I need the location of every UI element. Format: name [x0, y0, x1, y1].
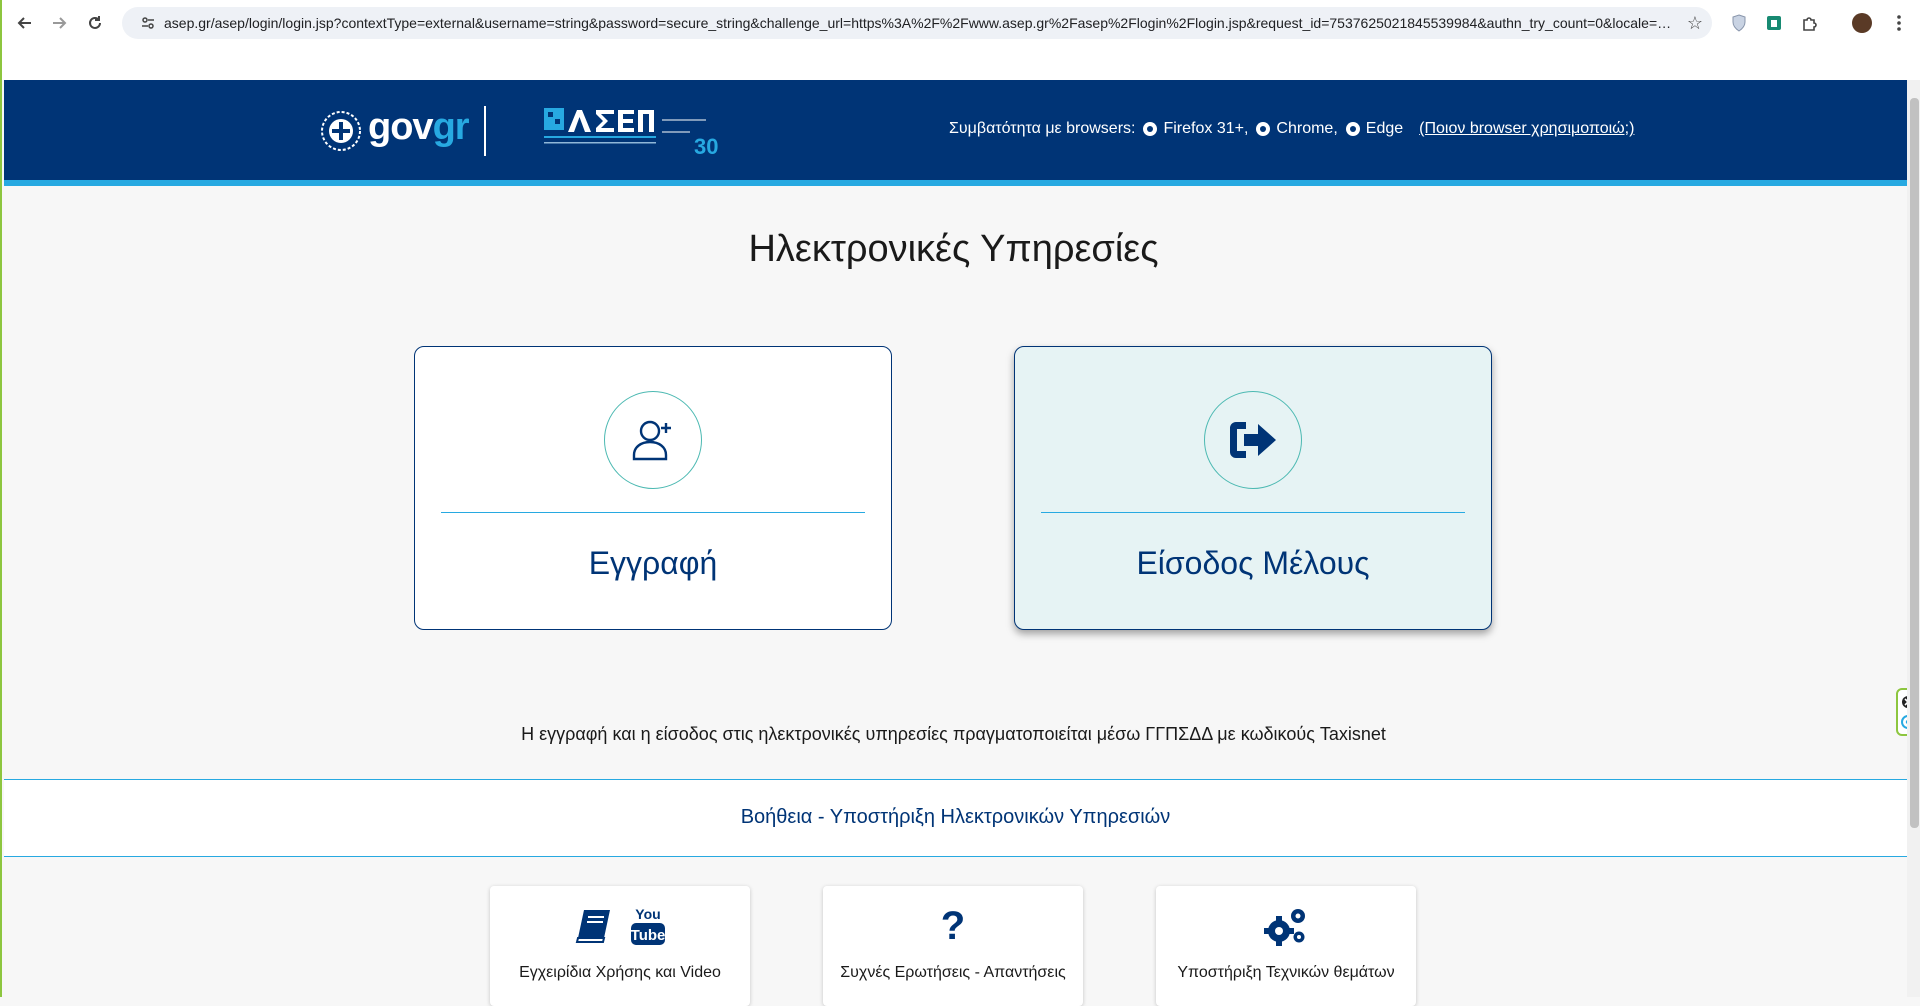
bookmark-star-icon[interactable]: ☆ — [1678, 13, 1712, 34]
help-card-tech-support[interactable]: Υποστήριξη Τεχνικών θεμάτων — [1156, 886, 1416, 1006]
url-text[interactable]: asep.gr/asep/login/login.jsp?contextType… — [164, 15, 1678, 31]
card-divider — [441, 512, 865, 513]
help-card-label: Συχνές Ερωτήσεις - Απαντήσεις — [840, 964, 1066, 981]
register-card[interactable]: Εγγραφή — [414, 346, 892, 630]
site-header: govgr 30 Συμβατότητα με browsers: Firefo… — [4, 80, 1907, 186]
help-title[interactable]: Βοήθεια - Υποστήριξη Ηλεκτρονικών Υπηρεσ… — [4, 806, 1907, 829]
member-login-card[interactable]: Είσοδος Μέλους — [1014, 346, 1492, 630]
question-icon: ? — [940, 903, 966, 948]
asep-logo[interactable]: 30 — [544, 106, 734, 158]
address-bar[interactable]: asep.gr/asep/login/login.jsp?contextType… — [122, 7, 1712, 39]
help-card-manuals[interactable]: You Tube Εγχειρίδια Χρήσης και Video — [490, 886, 750, 1006]
taxisnet-info: Η εγγραφή και η είσοδος στις ηλεκτρονικέ… — [521, 724, 1386, 744]
youtube-icon: You Tube — [631, 906, 666, 945]
gears-icon — [1264, 909, 1305, 946]
govgr-logo[interactable]: govgr — [368, 106, 470, 149]
profile-avatar[interactable] — [1849, 10, 1875, 36]
scrollbar-thumb[interactable] — [1910, 98, 1919, 828]
add-user-icon — [604, 391, 702, 489]
card-divider — [1041, 512, 1465, 513]
firefox-icon — [1143, 122, 1158, 136]
book-icon — [575, 910, 610, 943]
sign-in-icon — [1204, 391, 1302, 489]
extensions-puzzle-icon[interactable] — [1797, 10, 1823, 36]
help-section-header: Βοήθεια - Υποστήριξη Ηλεκτρονικών Υπηρεσ… — [4, 779, 1907, 857]
menu-dots-icon[interactable] — [1886, 10, 1912, 36]
greek-emblem-icon — [321, 111, 361, 151]
site-info-icon[interactable] — [132, 15, 164, 31]
which-browser-link[interactable]: (Ποιον browser χρησιμοποιώ;) — [1419, 120, 1634, 138]
page-title: Ηλεκτρονικές Υπηρεσίες — [748, 228, 1159, 270]
help-card-label: Υποστήριξη Τεχνικών θεμάτων — [1177, 964, 1395, 981]
calendar-extension-icon[interactable] — [1761, 10, 1787, 36]
reload-icon[interactable] — [82, 10, 108, 36]
register-label: Εγγραφή — [588, 545, 718, 581]
svg-text:You: You — [635, 906, 660, 922]
svg-text:30: 30 — [694, 134, 718, 158]
forward-icon[interactable] — [46, 10, 72, 36]
edge-icon — [1345, 122, 1360, 136]
header-divider — [484, 106, 486, 156]
svg-text:Tube: Tube — [631, 927, 666, 944]
browser-compatibility: Συμβατότητα με browsers: Firefox 31+, Ch… — [949, 120, 1635, 138]
help-card-label: Εγχειρίδια Χρήσης και Video — [519, 964, 721, 981]
chrome-icon — [1256, 122, 1271, 136]
help-card-faq[interactable]: ? Συχνές Ερωτήσεις - Απαντήσεις — [823, 886, 1083, 1006]
browser-toolbar: asep.gr/asep/login/login.jsp?contextType… — [2, 0, 1920, 80]
shield-extension-icon[interactable] — [1726, 10, 1752, 36]
page-scrollbar[interactable] — [1907, 80, 1920, 997]
member-login-label: Είσοδος Μέλους — [1136, 545, 1370, 581]
back-icon[interactable] — [12, 10, 38, 36]
